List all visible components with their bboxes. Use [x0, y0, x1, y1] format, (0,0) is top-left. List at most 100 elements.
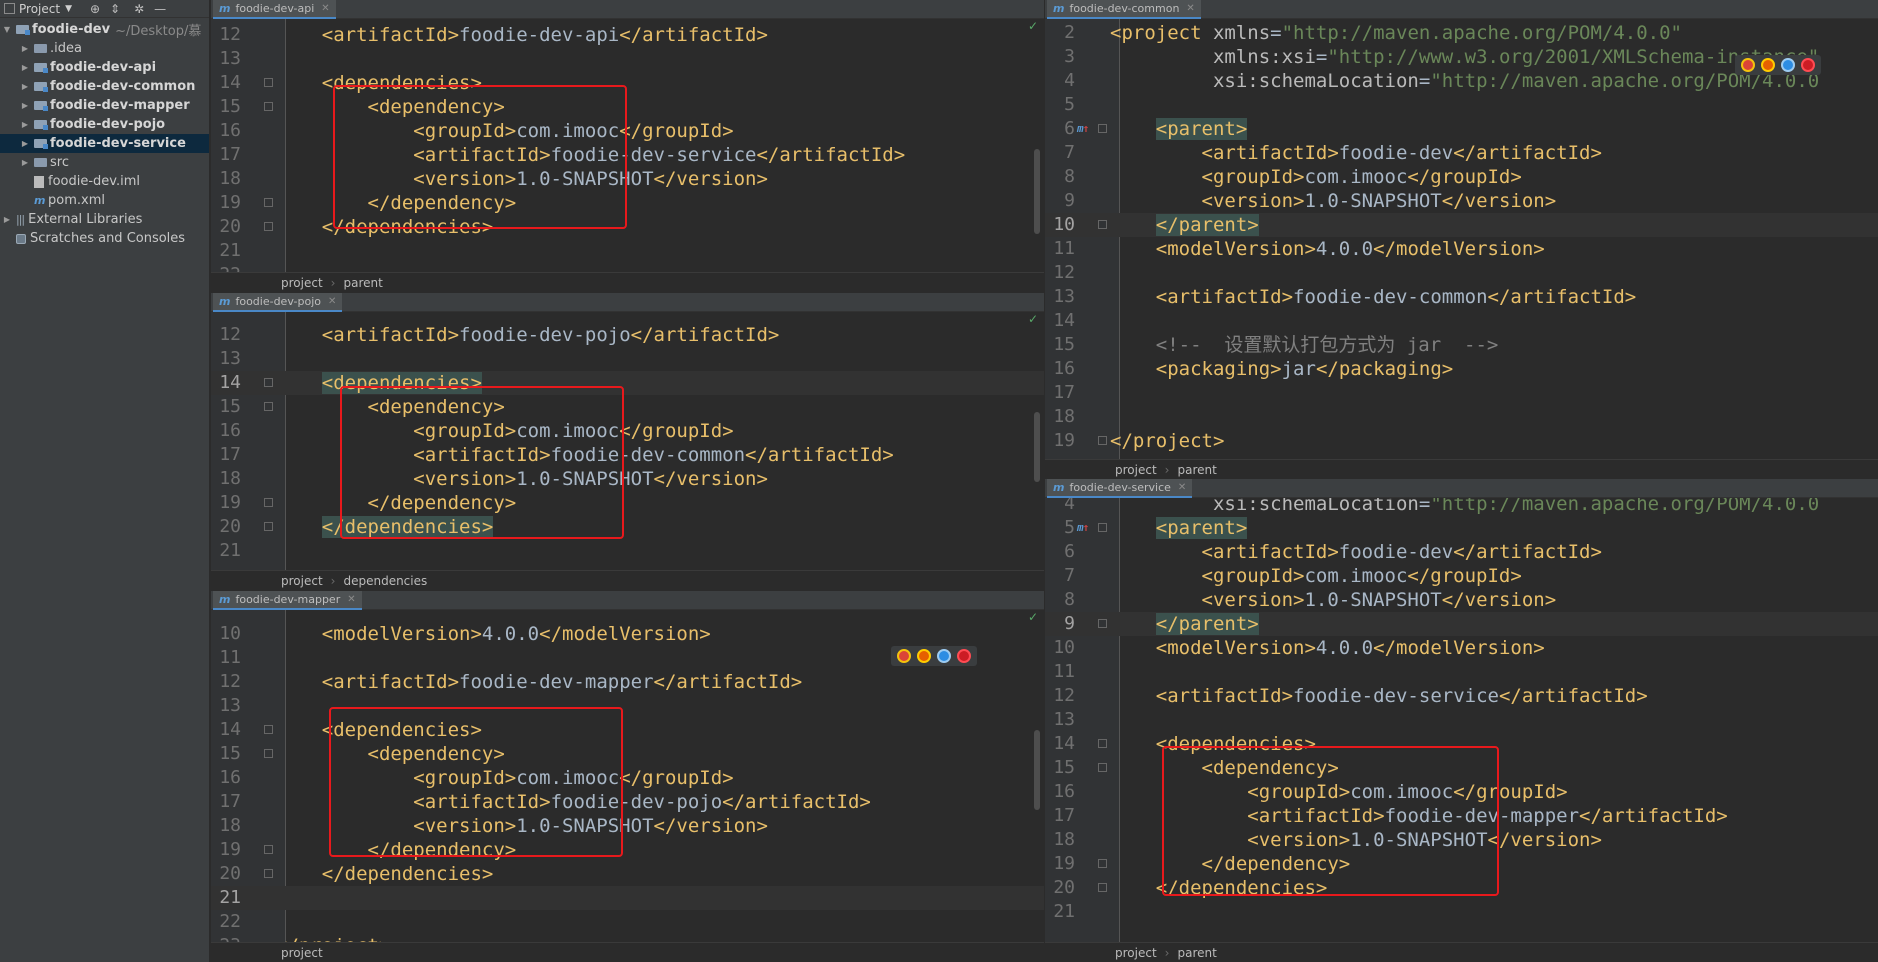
collapse-icon[interactable]: ⇕	[110, 2, 120, 16]
safari-icon[interactable]	[1781, 58, 1795, 72]
chevron-right-icon[interactable]: ▶	[20, 63, 30, 72]
code-editor[interactable]: 2 <project xmlns="http://maven.apache.org…	[1045, 19, 1878, 459]
fold-marker-icon[interactable]	[264, 749, 273, 758]
tree-item-scratches-and-consoles[interactable]: Scratches and Consoles	[0, 229, 209, 248]
fold-marker-icon[interactable]	[264, 869, 273, 878]
breadcrumb-item[interactable]: parent	[1177, 463, 1216, 477]
target-icon[interactable]: ⊕	[90, 2, 100, 16]
fold-marker-icon[interactable]	[264, 222, 273, 231]
chrome-icon[interactable]	[897, 649, 911, 663]
fold-marker-icon[interactable]	[264, 402, 273, 411]
fold-marker-icon[interactable]	[1098, 859, 1107, 868]
chevron-right-icon[interactable]: ▶	[20, 158, 30, 167]
fold-marker-icon[interactable]	[1098, 883, 1107, 892]
chevron-right-icon[interactable]: ▶	[20, 101, 30, 110]
safari-icon[interactable]	[937, 649, 951, 663]
inspection-ok-icon[interactable]: ✓	[1028, 610, 1038, 624]
code-editor[interactable]: 10 <modelVersion>4.0.0</modelVersion> 11 1…	[211, 610, 1044, 942]
breadcrumb-item[interactable]: dependencies	[343, 574, 427, 588]
chevron-right-icon[interactable]: ▶	[20, 120, 30, 129]
fold-marker-icon[interactable]	[264, 78, 273, 87]
line-number: 20	[219, 863, 241, 884]
breadcrumb-item[interactable]: project	[281, 276, 323, 290]
fold-marker-icon[interactable]	[264, 102, 273, 111]
opera-icon[interactable]	[957, 649, 971, 663]
close-icon[interactable]: ✕	[321, 3, 329, 14]
breadcrumb-item[interactable]: project	[1115, 463, 1157, 477]
tree-item-foodie-dev-api[interactable]: ▶ foodie-dev-api	[0, 58, 209, 77]
chevron-right-icon[interactable]: ▶	[20, 44, 30, 53]
fold-marker-icon[interactable]	[1098, 436, 1107, 445]
close-icon[interactable]: ✕	[328, 296, 336, 307]
close-icon[interactable]: ✕	[347, 594, 355, 605]
editor-tab[interactable]: m foodie-dev-pojo ✕	[213, 293, 343, 312]
breadcrumb: project › parent	[1045, 942, 1878, 962]
code-text: <version>1.0-SNAPSHOT</version>	[276, 467, 768, 491]
fold-marker-icon[interactable]	[1098, 523, 1107, 532]
editor-tab[interactable]: m foodie-dev-mapper ✕	[213, 591, 362, 610]
chevron-right-icon[interactable]: ▶	[20, 139, 30, 148]
tree-item-foodie-dev-common[interactable]: ▶ foodie-dev-common	[0, 77, 209, 96]
fold-marker-icon[interactable]	[1098, 124, 1107, 133]
inspection-ok-icon[interactable]: ✓	[1028, 312, 1038, 326]
gear-icon[interactable]: ✲	[134, 2, 144, 16]
minimize-icon[interactable]: —	[154, 2, 166, 16]
tree-item-idea[interactable]: ▶ .idea	[0, 39, 209, 58]
code-editor[interactable]: 4 xsi:schemaLocation="http://maven.apach…	[1045, 498, 1878, 942]
code-token: com.imooc	[1350, 781, 1454, 803]
firefox-icon[interactable]	[1761, 58, 1775, 72]
fold-marker-icon[interactable]	[264, 845, 273, 854]
fold-marker-icon[interactable]	[1098, 619, 1107, 628]
fold-marker-icon[interactable]	[264, 498, 273, 507]
code-token: com.imooc	[516, 120, 620, 142]
close-icon[interactable]: ✕	[1178, 482, 1186, 493]
code-text: <modelVersion>4.0.0</modelVersion>	[1110, 237, 1545, 261]
breadcrumb-item[interactable]: project	[281, 574, 323, 588]
breadcrumb-item[interactable]: project	[1115, 946, 1157, 960]
fold-marker-icon[interactable]	[264, 198, 273, 207]
tree-item-foodie-dev-mapper[interactable]: ▶ foodie-dev-mapper	[0, 96, 209, 115]
fold-marker-icon[interactable]	[264, 725, 273, 734]
fold-marker-icon[interactable]	[1098, 220, 1107, 229]
code-text: </dependency>	[276, 491, 517, 515]
editor-tab[interactable]: m foodie-dev-api ✕	[213, 0, 336, 19]
breadcrumb-item[interactable]: parent	[1177, 946, 1216, 960]
fold-marker-icon[interactable]	[264, 378, 273, 387]
vertical-scrollbar[interactable]	[1034, 730, 1040, 810]
fold-marker-icon[interactable]	[1098, 763, 1107, 772]
tree-item-pom-xml[interactable]: m pom.xml	[0, 191, 209, 210]
editor-tab[interactable]: m foodie-dev-common ✕	[1047, 0, 1201, 19]
tree-item-foodie-dev[interactable]: ▼ foodie-dev ~/Desktop/慕	[0, 20, 209, 39]
line-number: 23	[211, 934, 241, 942]
vertical-scrollbar[interactable]	[1034, 149, 1040, 234]
project-tool-header[interactable]: Project ▼ ⊕ ⇕ ✲ —	[0, 0, 209, 18]
firefox-icon[interactable]	[917, 649, 931, 663]
chrome-icon[interactable]	[1741, 58, 1755, 72]
editor-tab[interactable]: m foodie-dev-service ✕	[1047, 479, 1193, 498]
override-marker-icon[interactable]: m↑	[1077, 516, 1089, 540]
chevron-right-icon[interactable]: ▶	[2, 215, 12, 224]
breadcrumb-item[interactable]: project	[281, 946, 323, 960]
tree-item-foodie-dev-pojo[interactable]: ▶ foodie-dev-pojo	[0, 115, 209, 134]
chevron-right-icon[interactable]: ▶	[20, 82, 30, 91]
chevron-down-icon[interactable]: ▼	[2, 25, 12, 34]
fold-marker-icon[interactable]	[1098, 739, 1107, 748]
close-icon[interactable]: ✕	[1186, 3, 1194, 14]
tree-item-src[interactable]: ▶ src	[0, 153, 209, 172]
opera-icon[interactable]	[1801, 58, 1815, 72]
inspection-ok-icon[interactable]: ✓	[1028, 19, 1038, 33]
vertical-scrollbar[interactable]	[1034, 412, 1040, 482]
chevron-down-icon[interactable]: ▼	[65, 4, 72, 14]
fold-marker-icon[interactable]	[264, 522, 273, 531]
code-editor[interactable]: 12 <artifactId>foodie-dev-pojo</artifact…	[211, 312, 1044, 570]
code-line: 2 <project xmlns="http://maven.apache.org…	[1045, 21, 1878, 45]
breadcrumb-item[interactable]: parent	[343, 276, 382, 290]
override-marker-icon[interactable]: m↑	[1077, 117, 1089, 141]
tree-item-external-libraries[interactable]: ▶ ||| External Libraries	[0, 210, 209, 229]
tree-item-foodie-dev-iml[interactable]: foodie-dev.iml	[0, 172, 209, 191]
line-number: 15	[219, 396, 241, 417]
tree-item-foodie-dev-service[interactable]: ▶ foodie-dev-service	[0, 134, 209, 153]
code-editor[interactable]: 12 <artifactId>foodie-dev-api</artifactI…	[211, 19, 1044, 272]
